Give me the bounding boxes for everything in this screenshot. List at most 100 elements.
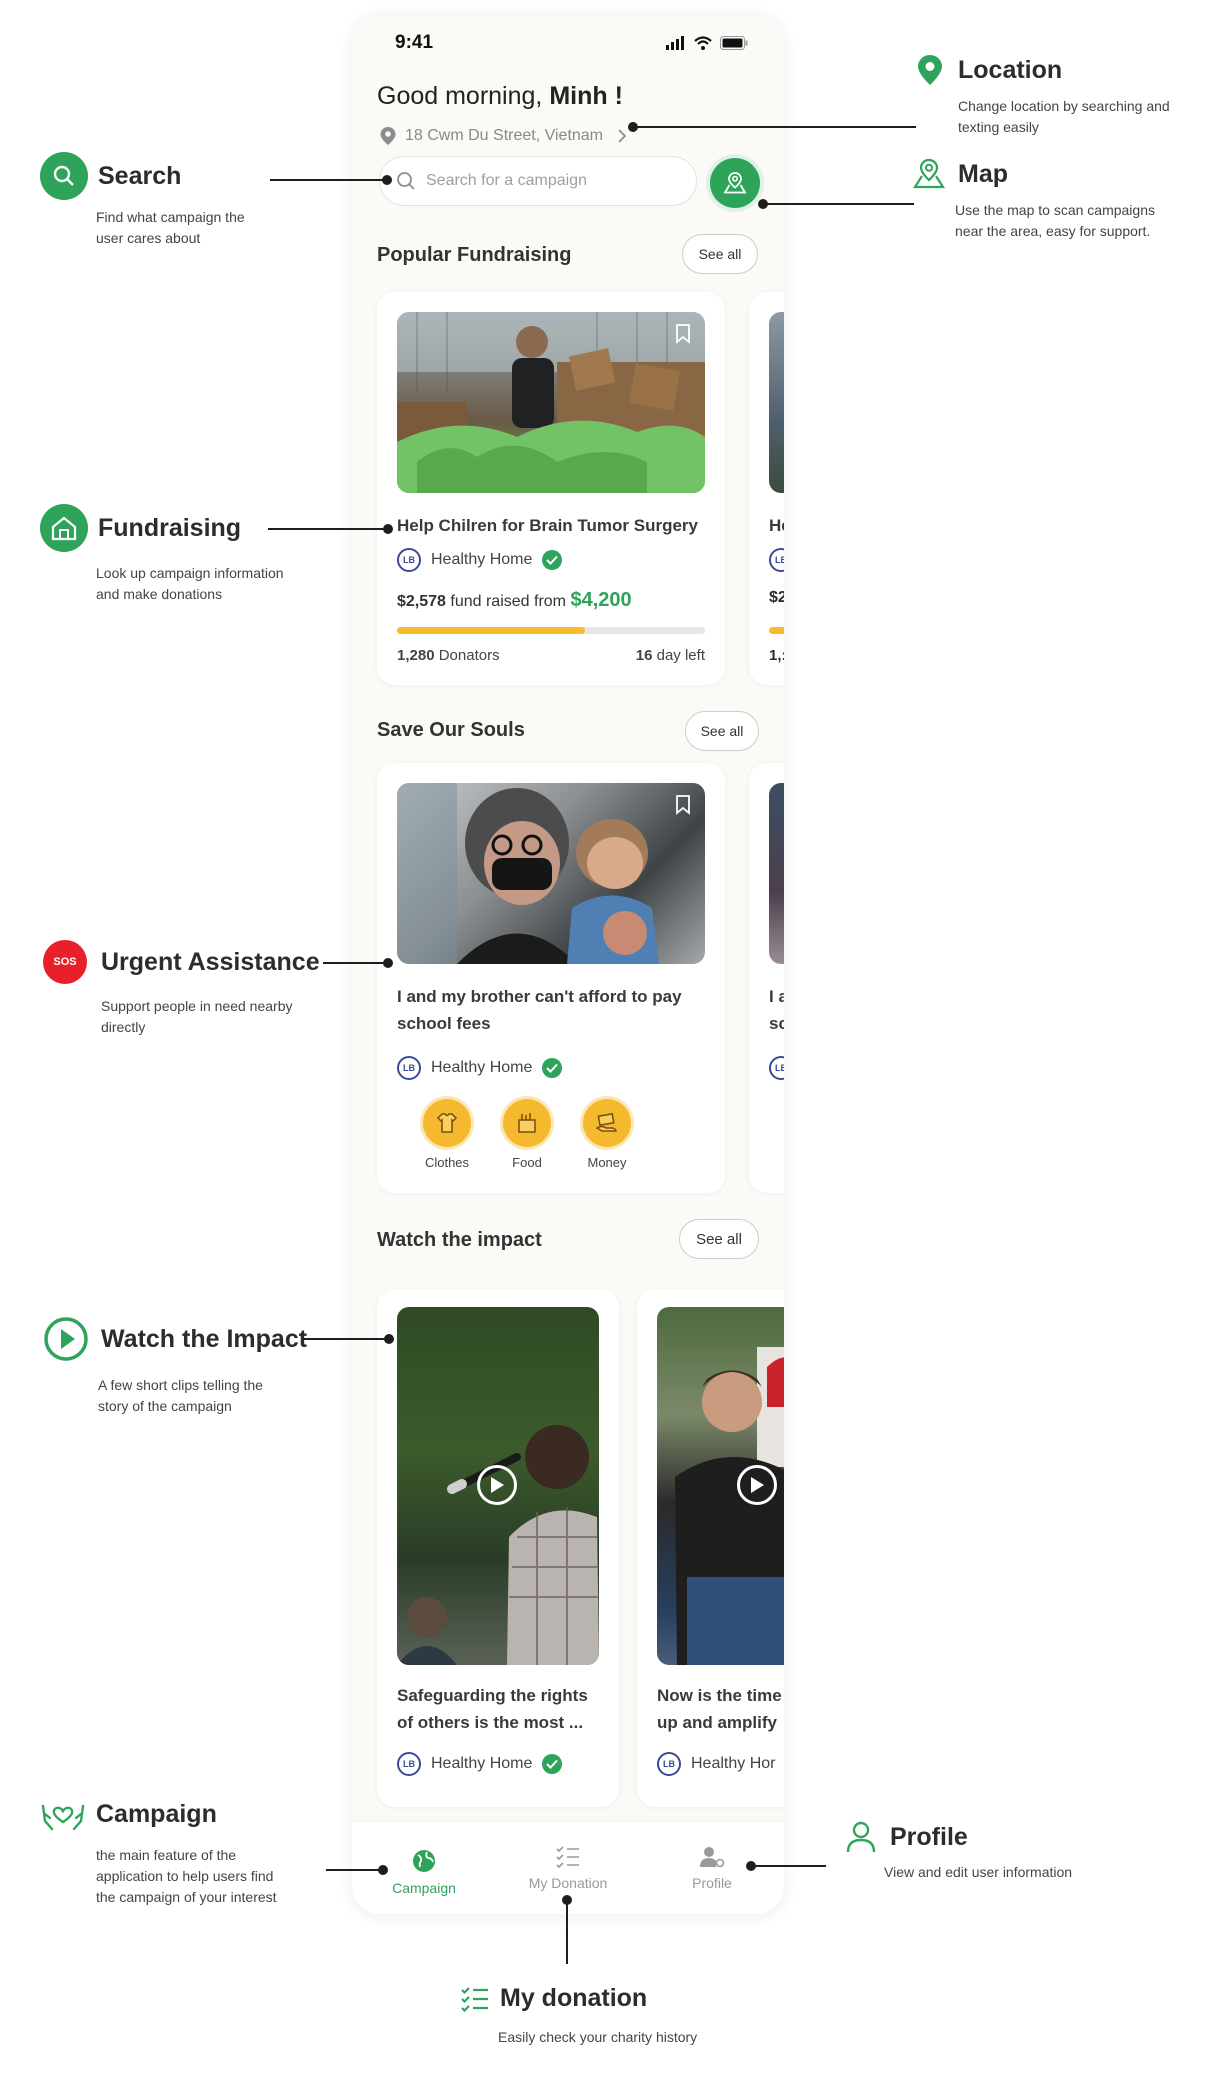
mother-child-image <box>397 783 659 964</box>
bookmark-icon[interactable] <box>675 795 691 815</box>
chevron-right-icon <box>618 129 627 143</box>
checklist-icon <box>461 1986 488 2012</box>
popular-see-all-button[interactable]: See all <box>682 234 758 274</box>
video-thumbnail[interactable] <box>397 1307 599 1665</box>
video-title-line-1: Now is the time <box>657 1686 782 1705</box>
map-button[interactable] <box>710 158 760 208</box>
annotation-map: Map <box>912 158 1008 190</box>
annotation-title: Campaign <box>96 1799 217 1828</box>
fundraising-card[interactable]: Help Chilren for Brain Tumor Surgery LB … <box>377 292 725 685</box>
organization: LB Healthy Home <box>397 1056 563 1080</box>
connector-line <box>634 126 916 128</box>
org-logo-peek: LB <box>769 1056 784 1080</box>
annotation-my-donation-desc: Easily check your charity history <box>498 2027 697 2048</box>
sos-card-peek[interactable]: I a sc LB <box>749 763 784 1193</box>
annotation-fundraising-desc: Look up campaign information and make do… <box>96 563 284 605</box>
org-name: Healthy Home <box>431 1755 533 1772</box>
progress-fill <box>397 627 585 634</box>
annotation-urgent-desc: Support people in need nearby directly <box>101 996 292 1038</box>
tab-label: My Donation <box>528 1875 608 1891</box>
tab-profile[interactable]: Profile <box>647 1845 777 1891</box>
location-pin-icon <box>918 55 942 85</box>
connector-dot <box>384 1334 394 1344</box>
fundraising-card-peek[interactable]: He LB $2 1,: <box>749 292 784 685</box>
video-title: Now is the time up and amplify <box>657 1682 784 1736</box>
video-thumbnail[interactable] <box>657 1307 784 1665</box>
souls-see-all-button[interactable]: See all <box>685 711 759 751</box>
popular-section-title: Popular Fundraising <box>377 244 572 266</box>
fund-raised-line: $2,578 fund raised from $4,200 <box>397 589 632 612</box>
bookmark-icon[interactable] <box>675 324 691 344</box>
connector-dot <box>383 958 393 968</box>
impact-see-all-button[interactable]: See all <box>679 1219 759 1259</box>
video-title: Safeguarding the rights of others is the… <box>397 1682 607 1736</box>
connector-dot <box>382 175 392 185</box>
annotation-watch: Watch the Impact <box>43 1316 307 1362</box>
annotation-title: Fundraising <box>98 513 242 542</box>
annotation-title: Search <box>98 161 182 190</box>
annotation-campaign: Campaign <box>40 1794 217 1834</box>
org-logo: LB <box>657 1752 681 1776</box>
annotation-search-desc: Find what campaign the user cares about <box>96 207 245 249</box>
connector-line <box>326 1869 381 1871</box>
donators: 1,280 Donators <box>397 647 500 664</box>
org-name: Healthy Hor <box>691 1755 776 1772</box>
org-logo: LB <box>397 548 421 572</box>
annotation-desc-line: Support people in need nearby <box>101 998 293 1014</box>
annotation-desc-line: A few short clips telling the <box>98 1377 263 1393</box>
video-card[interactable]: Safeguarding the rights of others is the… <box>377 1289 619 1807</box>
organization: LB Healthy Home <box>397 548 563 572</box>
search-input[interactable] <box>426 172 666 190</box>
annotation-location: Location <box>916 54 1062 86</box>
annotation-desc-line: the campaign of your interest <box>96 1889 277 1905</box>
user-name: Minh ! <box>549 82 623 110</box>
annotation-desc-line: View and edit user information <box>884 1864 1073 1880</box>
location-selector[interactable]: 18 Cwm Du Street, Vietnam <box>379 126 627 146</box>
campaign-title: Help Chilren for Brain Tumor Surgery <box>397 516 699 535</box>
play-icon[interactable] <box>737 1465 777 1505</box>
tab-label: Campaign <box>392 1880 456 1896</box>
annotation-search: Search <box>40 152 181 200</box>
video-title-line-1: Safeguarding the rights <box>397 1686 588 1705</box>
days-count: 16 <box>635 647 653 664</box>
need-clothes[interactable]: Clothes <box>417 1099 477 1170</box>
user-gear-icon <box>700 1847 725 1868</box>
connector-dot <box>378 1865 388 1875</box>
org-name: Healthy Home <box>431 1059 533 1076</box>
fundraising-photo <box>397 312 705 493</box>
search-bar[interactable] <box>379 156 697 206</box>
organization: LB Healthy Home <box>397 1752 563 1776</box>
need-food[interactable]: Food <box>497 1099 557 1170</box>
annotation-my-donation: My donation <box>460 1984 647 2013</box>
annotation-watch-desc: A few short clips telling the story of t… <box>98 1375 263 1417</box>
need-money[interactable]: Money <box>577 1099 637 1170</box>
verified-icon <box>542 1754 563 1774</box>
annotation-profile: Profile <box>846 1820 968 1854</box>
donators-label: Donators <box>438 647 500 664</box>
wifi-icon <box>694 36 712 50</box>
annotation-profile-desc: View and edit user information <box>884 1862 1072 1883</box>
user-icon <box>846 1821 876 1853</box>
video-card[interactable]: Now is the time up and amplify LB Health… <box>637 1289 784 1807</box>
sos-card[interactable]: I and my brother can't afford to pay sch… <box>377 763 725 1193</box>
volunteer-image <box>397 312 705 493</box>
sos-title: I and my brother can't afford to pay sch… <box>397 983 717 1037</box>
connector-line <box>566 1900 568 1964</box>
play-icon[interactable] <box>477 1465 517 1505</box>
tab-my-donation[interactable]: My Donation <box>503 1845 633 1891</box>
annotation-campaign-desc: the main feature of the application to h… <box>96 1845 277 1908</box>
search-icon <box>40 152 88 200</box>
donators-count-peek: 1,: <box>769 647 784 664</box>
signal-icon <box>666 36 684 50</box>
annotation-desc-line: application to help users find <box>96 1868 274 1884</box>
annotation-desc-line: Find what campaign the <box>96 209 245 225</box>
connector-line <box>303 1338 387 1340</box>
annotation-desc-line: user cares about <box>96 230 201 246</box>
play-circle-icon <box>44 1317 88 1361</box>
status-icons <box>666 36 748 50</box>
need-label: Food <box>512 1155 542 1170</box>
annotation-desc-line: Look up campaign information <box>96 565 284 581</box>
sos-title-line-1: I and my brother can't afford to pay <box>397 987 682 1006</box>
greeting: Good morning, Minh ! <box>377 82 623 111</box>
annotation-desc-line: texting easily <box>958 119 1039 135</box>
